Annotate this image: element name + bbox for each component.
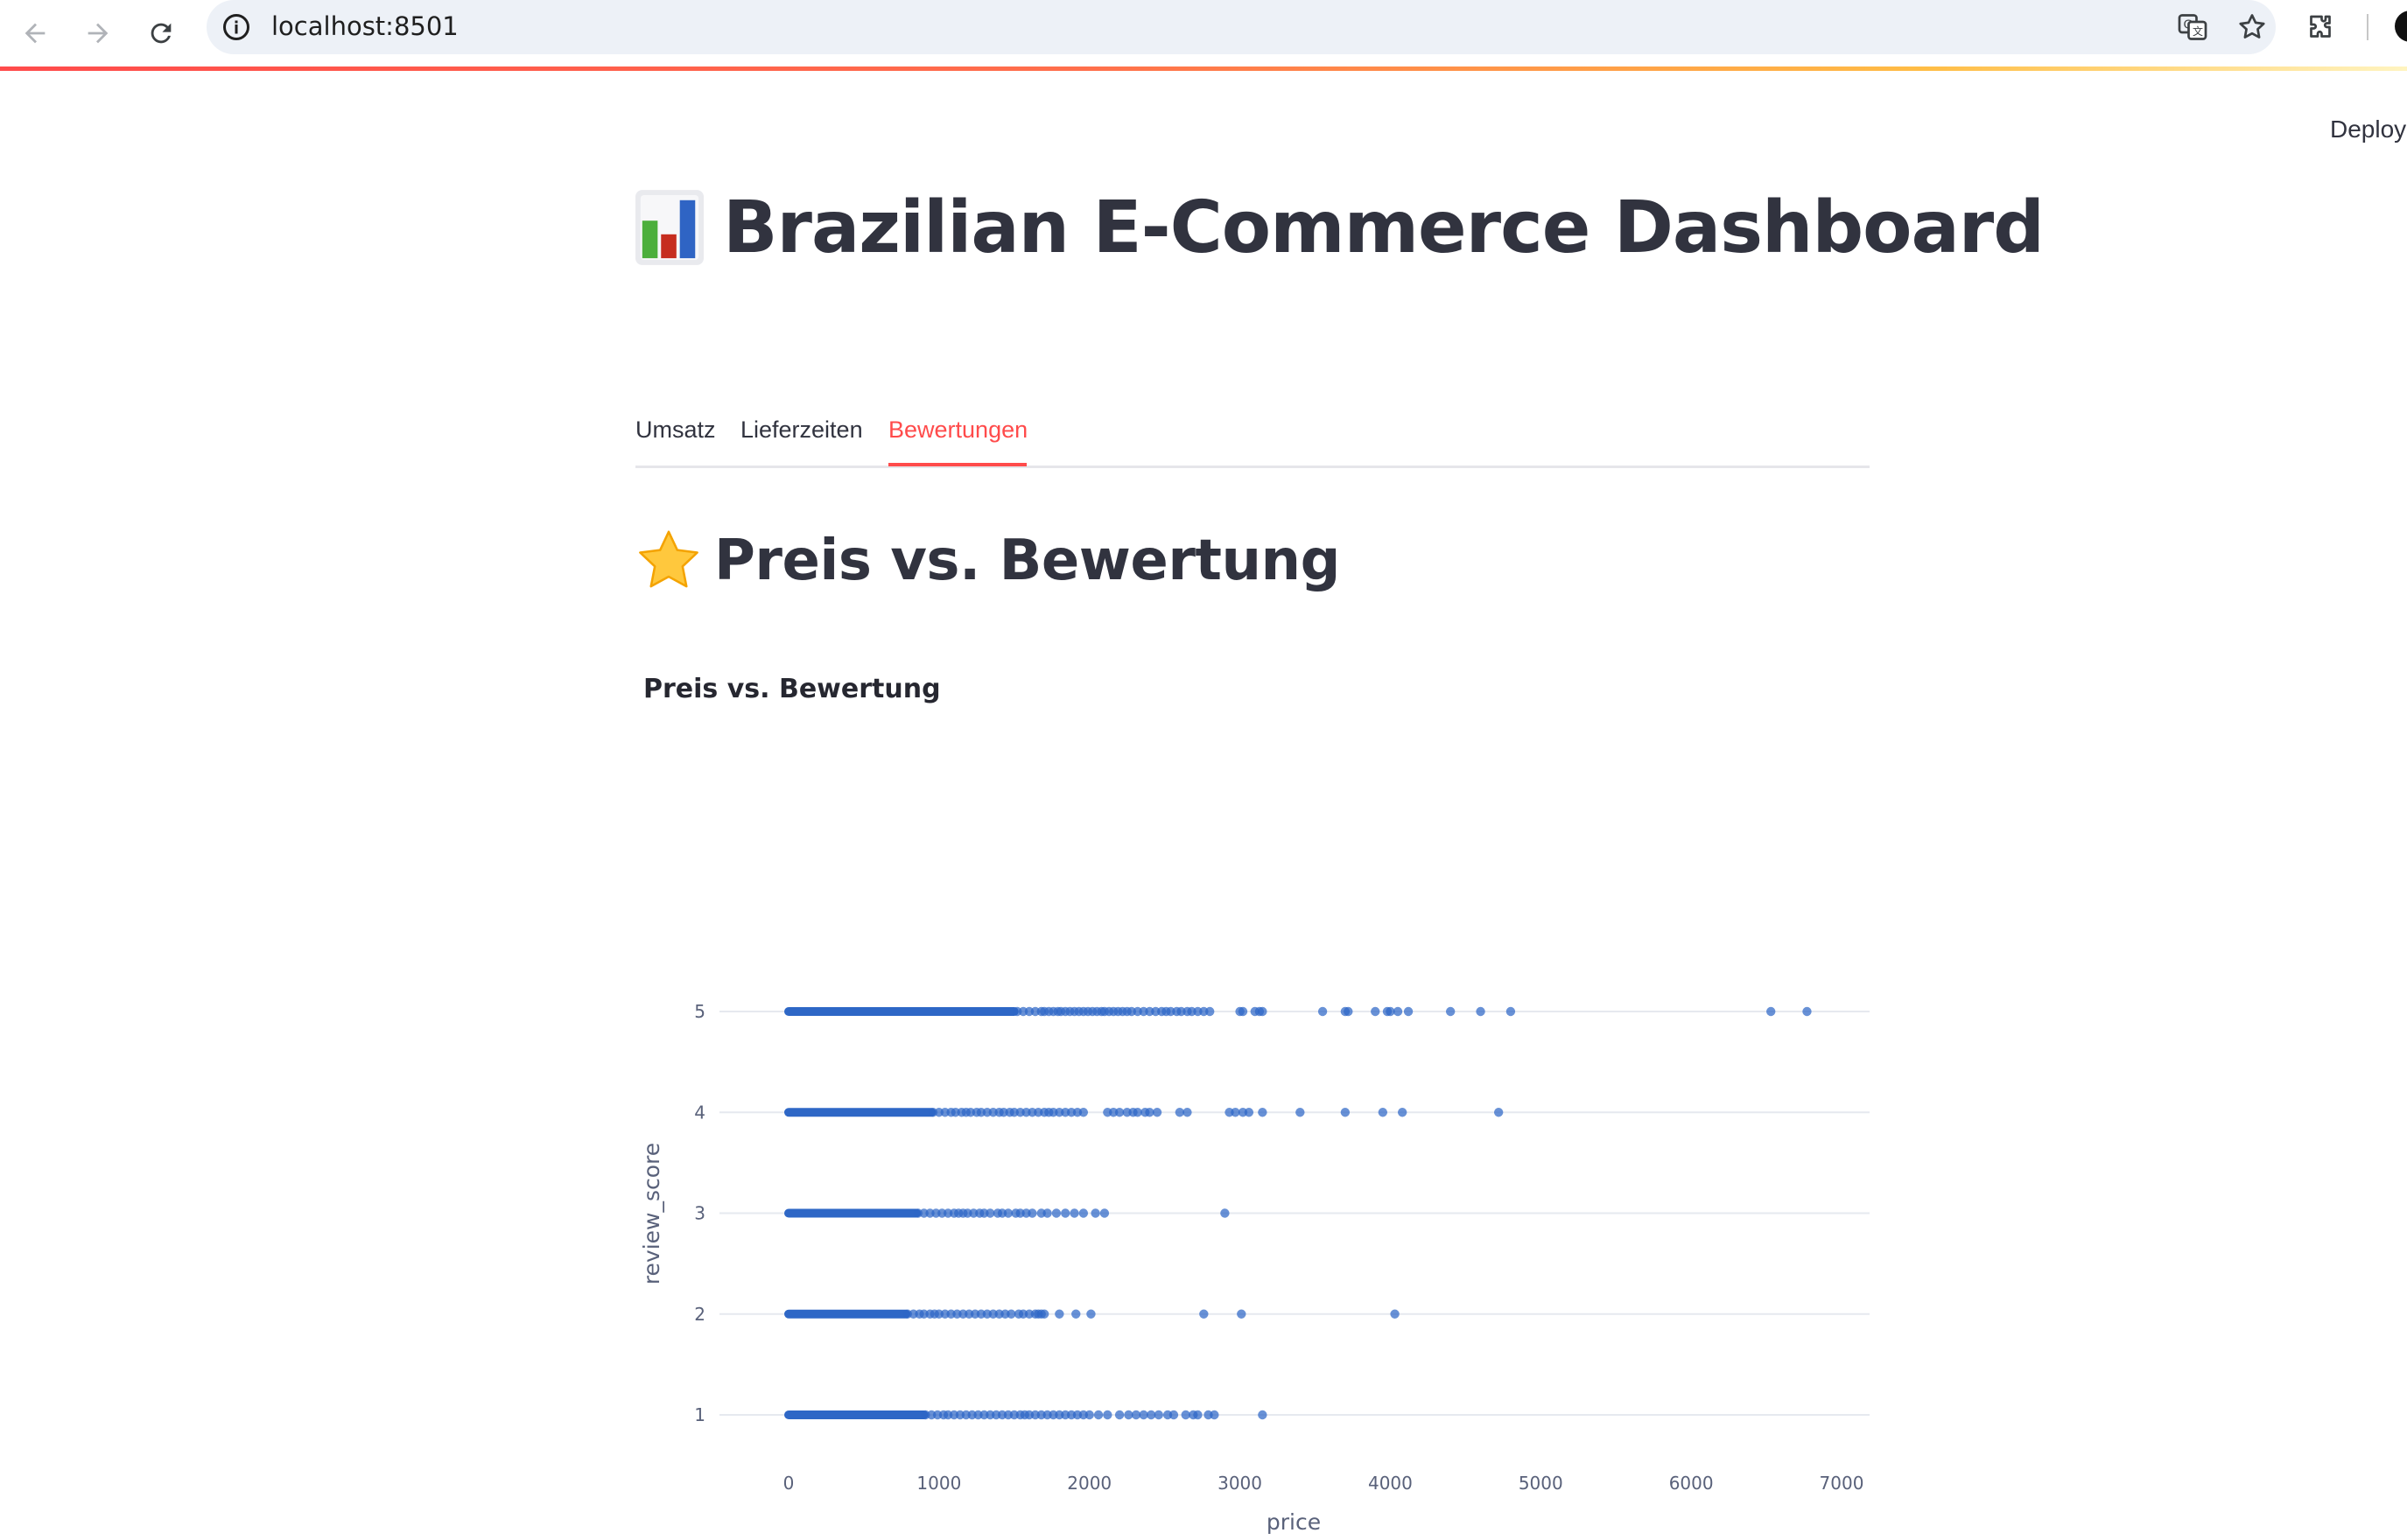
tab-lieferzeiten[interactable]: Lieferzeiten [740,416,863,444]
page-title-text: Brazilian E-Commerce Dashboard [723,186,2045,270]
url-text[interactable]: localhost:8501 [271,11,459,41]
x-tick-label: 5000 [1519,1473,1563,1494]
scatter-point [1340,1108,1351,1117]
scatter-point [1055,1309,1064,1319]
scatter-point [1802,1006,1812,1017]
scatter-point [1042,1208,1052,1218]
scatter-point [1168,1410,1179,1420]
scatter-point [1344,1006,1353,1017]
forward-button[interactable] [74,9,123,58]
scatter-point [1061,1208,1070,1218]
scatter-chart: Preis vs. Bewertung 1 2 3 4 5 0 1000 2000 3000 40… [635,674,1870,1540]
x-tick-label: 7000 [1820,1473,1864,1494]
scatter-point [1193,1410,1203,1420]
scatter-point [1070,1208,1079,1218]
scatter-point [1078,1208,1089,1218]
extensions-button[interactable] [2302,9,2339,46]
translate-button[interactable]: G文 [2174,9,2211,46]
scatter-point [1238,1006,1248,1017]
scatter-point [1099,1208,1110,1218]
scatter-point [1493,1108,1504,1117]
section-heading: Preis vs. Bewertung [635,522,1340,600]
scatter-point [1244,1108,1254,1117]
scatter-point [1078,1108,1089,1117]
status-gradient-bar [0,66,2407,71]
scatter-point [1397,1108,1407,1117]
star-emoji-icon [639,530,698,588]
tab-bewertungen[interactable]: Bewertungen [888,416,1028,444]
scatter-point [1766,1006,1776,1017]
reload-button[interactable] [137,9,186,58]
bookmark-button[interactable] [2234,9,2270,46]
translate-icon: G文 [2178,14,2207,40]
x-tick-label: 1000 [916,1473,961,1494]
bookmark-star-icon [2239,14,2265,38]
y-tick-label: 3 [694,1203,705,1224]
profile-avatar-icon[interactable] [2395,10,2407,42]
scatter-point [1295,1108,1305,1117]
reload-icon [151,23,172,44]
scatter-point [1403,1006,1414,1017]
x-tick-label: 2000 [1067,1473,1112,1494]
toolbar-separator [2367,14,2368,40]
scatter-point [1258,1108,1267,1117]
x-tick-label: 3000 [1218,1473,1262,1494]
chart-plot-area[interactable]: 1 2 3 4 5 0 1000 2000 3000 4000 5000 6000 7000 price r… [635,674,1870,1540]
back-button[interactable] [11,9,60,58]
scatter-point [1210,1410,1219,1420]
deploy-button[interactable]: Deploy [2330,116,2406,144]
scatter-point [1084,1410,1094,1420]
scatter-point [1205,1006,1215,1017]
bar-chart-emoji-icon [635,190,704,265]
active-tab-indicator [888,463,1027,466]
x-axis-title: price [1267,1509,1321,1535]
extensions-puzzle-icon [2310,15,2331,38]
y-tick-label: 5 [694,1001,705,1022]
scatter-point [1114,1410,1125,1420]
scatter-point [1390,1309,1400,1319]
scatter-point [1091,1208,1100,1218]
forward-arrow-icon [88,23,109,44]
scatter-point [1086,1309,1096,1319]
y-tick-label: 2 [694,1304,705,1325]
scatter-point [1476,1006,1485,1017]
x-tick-label: 0 [783,1473,795,1494]
address-bar[interactable]: localhost:8501 G文 [207,0,2276,54]
scatter-point [1505,1006,1516,1017]
y-tick-label: 4 [694,1102,705,1123]
x-tick-label: 6000 [1669,1473,1714,1494]
scatter-point [1154,1410,1163,1420]
scatter-point [1445,1006,1456,1017]
scatter-point [1317,1006,1328,1017]
scatter-point [1199,1309,1209,1319]
scatter-point [1071,1309,1081,1319]
scatter-point [1237,1309,1246,1319]
x-tick-label: 4000 [1368,1473,1413,1494]
tab-umsatz[interactable]: Umsatz [635,416,716,444]
scatter-point [1039,1309,1049,1319]
svg-text:文: 文 [2193,24,2203,38]
site-info-icon[interactable] [221,11,252,43]
scatter-point [1051,1208,1062,1218]
scatter-point [1258,1410,1267,1420]
scatter-point [1258,1006,1267,1017]
tab-bar: Umsatz Lieferzeiten Bewertungen [635,401,1870,468]
scatter-point [1378,1108,1388,1117]
page-title: Brazilian E-Commerce Dashboard [635,175,2045,280]
scatter-point [1220,1208,1230,1218]
scatter-point [1152,1108,1162,1117]
back-arrow-icon [25,23,46,44]
scatter-point [1371,1006,1380,1017]
y-tick-label: 1 [694,1404,705,1425]
scatter-point [1028,1208,1037,1218]
scatter-point [1093,1410,1104,1420]
scatter-point [1393,1006,1403,1017]
scatter-point [1103,1410,1112,1420]
browser-toolbar: localhost:8501 G文 [0,0,2407,66]
y-axis-title: review_score [639,1143,664,1284]
scatter-point [1182,1108,1192,1117]
section-heading-text: Preis vs. Bewertung [714,528,1340,593]
